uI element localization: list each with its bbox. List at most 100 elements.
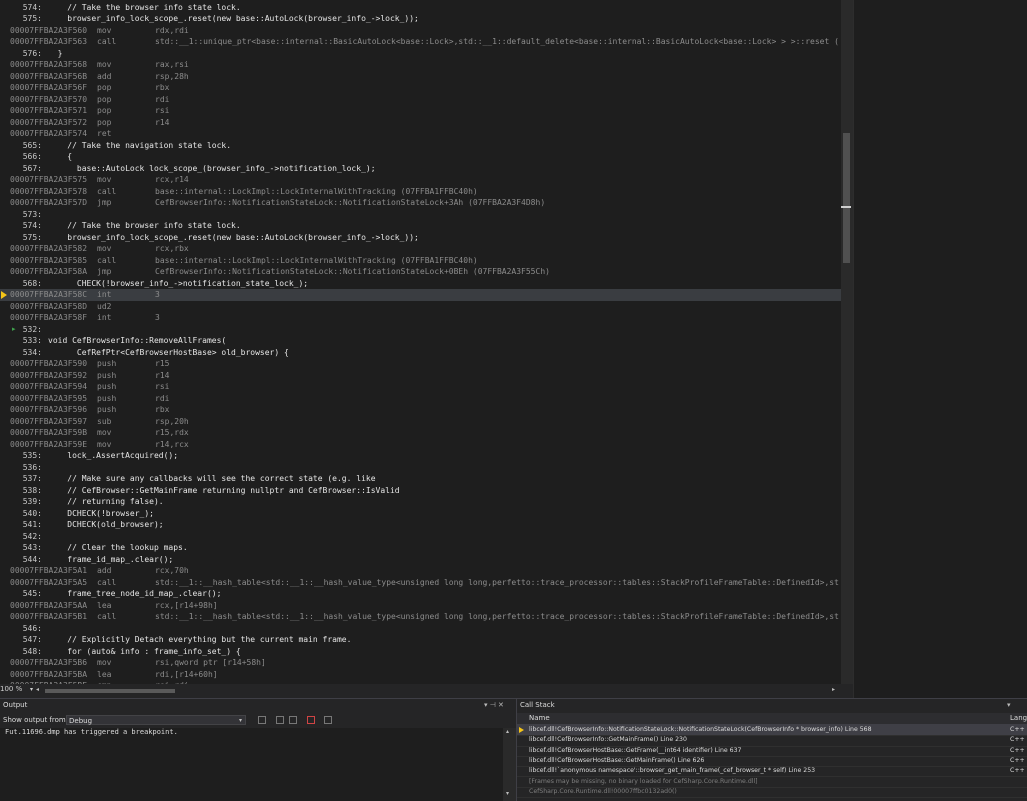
output-source-select[interactable]: Debug ▾ bbox=[66, 715, 246, 725]
source-line[interactable]: 537: // Make sure any callbacks will see… bbox=[0, 473, 841, 485]
previous-message-icon[interactable] bbox=[276, 716, 284, 724]
asm-line[interactable]: 00007FFBA2A3F585 call base::internal::Lock… bbox=[0, 255, 841, 267]
source-line[interactable]: 544: frame_id_map_.clear(); bbox=[0, 554, 841, 566]
instruction-address: 00007FFBA2A3F594 bbox=[10, 382, 88, 391]
column-name-header[interactable]: Name bbox=[529, 714, 550, 722]
instruction-operands: rcx,70h bbox=[155, 566, 189, 575]
asm-line[interactable]: 00007FFBA2A3F560 mov rdx,rdi bbox=[0, 25, 841, 37]
asm-line[interactable]: 00007FFBA2A3F574 ret bbox=[0, 128, 841, 140]
instruction-address: 00007FFBA2A3F56F bbox=[10, 83, 88, 92]
zoom-level[interactable]: 100 % bbox=[0, 685, 22, 693]
output-vertical-scrollbar[interactable]: ▴ ▾ bbox=[503, 728, 516, 801]
asm-line[interactable]: 00007FFBA2A3F5AA lea rcx,[r14+98h] bbox=[0, 600, 841, 612]
instruction-mnemonic: pop bbox=[97, 83, 112, 92]
column-lang-header[interactable]: Lang bbox=[1010, 714, 1027, 722]
source-line[interactable]: 547: // Explicitly Detach everything but… bbox=[0, 634, 841, 646]
source-line[interactable]: 532: bbox=[0, 324, 841, 336]
source-line[interactable]: 565: // Take the navigation state lock. bbox=[0, 140, 841, 152]
scroll-up-icon[interactable]: ▴ bbox=[506, 728, 509, 735]
source-line[interactable]: 546: bbox=[0, 623, 841, 635]
asm-line[interactable]: 00007FFBA2A3F5A5 call std::__1::__hash_tab… bbox=[0, 577, 841, 589]
source-line[interactable]: 534: CefRefPtr<CefBrowserHostBase> old_b… bbox=[0, 347, 841, 359]
source-line[interactable]: 575: browser_info_lock_scope_.reset(new … bbox=[0, 13, 841, 25]
source-line[interactable]: 568: CHECK(!browser_info_->notification_… bbox=[0, 278, 841, 290]
source-line[interactable]: 567: base::AutoLock lock_scope_(browser_… bbox=[0, 163, 841, 175]
asm-line[interactable]: 00007FFBA2A3F56F pop rbx bbox=[0, 82, 841, 94]
source-line[interactable]: 539: // returning false). bbox=[0, 496, 841, 508]
source-line[interactable]: 540: DCHECK(!browser_); bbox=[0, 508, 841, 520]
line-number: 543: bbox=[22, 543, 42, 552]
instruction-address: 00007FFBA2A3F572 bbox=[10, 117, 88, 127]
find-message-icon[interactable] bbox=[258, 716, 266, 724]
output-text-area[interactable]: Fut.11696.dmp has triggered a breakpoint… bbox=[0, 728, 503, 801]
source-line[interactable]: 548: for (auto& info : frame_info_set_) … bbox=[0, 646, 841, 658]
source-line[interactable]: 542: bbox=[0, 531, 841, 543]
call-stack-pin-icon[interactable]: ▾ bbox=[1007, 701, 1011, 709]
asm-line[interactable]: 00007FFBA2A3F58A jmp CefBrowserInfo::Notif… bbox=[0, 266, 841, 278]
source-line[interactable]: 543: // Clear the lookup maps. bbox=[0, 542, 841, 554]
word-wrap-icon[interactable] bbox=[324, 716, 332, 724]
asm-line[interactable]: 00007FFBA2A3F571 pop rsi bbox=[0, 105, 841, 117]
source-line[interactable]: 573: bbox=[0, 209, 841, 221]
line-number: 544: bbox=[22, 554, 42, 564]
editor-vertical-scrollbar[interactable] bbox=[841, 0, 853, 684]
instruction-mnemonic: push bbox=[97, 382, 117, 391]
next-message-icon[interactable] bbox=[289, 716, 297, 724]
source-line[interactable]: 576: } bbox=[0, 48, 841, 60]
asm-line[interactable]: 00007FFBA2A3F594 push rsi bbox=[0, 381, 841, 393]
source-line[interactable]: 536: bbox=[0, 462, 841, 474]
scroll-down-icon[interactable]: ▾ bbox=[506, 790, 509, 797]
asm-line[interactable]: 00007FFBA2A3F5B6 mov rsi,qword ptr [r14+58… bbox=[0, 657, 841, 669]
asm-line[interactable]: 00007FFBA2A3F596 push rbx bbox=[0, 404, 841, 416]
line-number: 541: bbox=[22, 520, 42, 529]
asm-line[interactable]: 00007FFBA2A3F590 push r15 bbox=[0, 358, 841, 370]
asm-line[interactable]: 00007FFBA2A3F58C int 3 bbox=[0, 289, 841, 301]
source-line[interactable]: 575: browser_info_lock_scope_.reset(new … bbox=[0, 232, 841, 244]
instruction-operands: rdi,[r14+60h] bbox=[155, 669, 218, 679]
asm-line[interactable]: 00007FFBA2A3F595 push rdi bbox=[0, 393, 841, 405]
source-line[interactable]: 545: frame_tree_node_id_map_.clear(); bbox=[0, 588, 841, 600]
source-text: // Clear the lookup maps. bbox=[48, 543, 188, 552]
asm-line[interactable]: 00007FFBA2A3F5A1 add rcx,70h bbox=[0, 565, 841, 577]
asm-line[interactable]: 00007FFBA2A3F575 mov rcx,r14 bbox=[0, 174, 841, 186]
editor-horizontal-scroll-thumb[interactable] bbox=[45, 689, 175, 693]
asm-line[interactable]: 00007FFBA2A3F59B mov r15,rdx bbox=[0, 427, 841, 439]
asm-line[interactable]: 00007FFBA2A3F563 call std::__1::unique_ptr… bbox=[0, 36, 841, 48]
run-to-cursor-icon[interactable]: ▸ bbox=[12, 325, 16, 333]
scroll-right-icon[interactable]: ▸ bbox=[832, 686, 835, 693]
asm-line[interactable]: 00007FFBA2A3F597 sub rsp,20h bbox=[0, 416, 841, 428]
instruction-address: 00007FFBA2A3F5B6 bbox=[10, 658, 88, 667]
source-line[interactable]: 574: // Take the browser info state lock… bbox=[0, 2, 841, 14]
source-line[interactable]: 533: void CefBrowserInfo::RemoveAllFrames… bbox=[0, 335, 841, 347]
instruction-address: 00007FFBA2A3F59E bbox=[10, 439, 88, 449]
zoom-dropdown-icon[interactable]: ▾ bbox=[30, 686, 33, 693]
disassembly-editor[interactable]: 574: // Take the browser info state lock… bbox=[0, 0, 841, 684]
frame-language: C++ bbox=[1010, 736, 1025, 744]
instruction-mnemonic: sub bbox=[97, 416, 112, 426]
source-line[interactable]: 535: lock_.AssertAcquired(); bbox=[0, 450, 841, 462]
asm-line[interactable]: 00007FFBA2A3F5BA lea rdi,[r14+60h] bbox=[0, 669, 841, 681]
asm-line[interactable]: 00007FFBA2A3F59E mov r14,rcx bbox=[0, 439, 841, 451]
asm-line[interactable]: 00007FFBA2A3F57D jmp CefBrowserInfo::Notif… bbox=[0, 197, 841, 209]
asm-line[interactable]: 00007FFBA2A3F568 mov rax,rsi bbox=[0, 59, 841, 71]
asm-line[interactable]: 00007FFBA2A3F582 mov rcx,rbx bbox=[0, 243, 841, 255]
asm-line[interactable]: 00007FFBA2A3F572 pop r14 bbox=[0, 117, 841, 129]
source-line[interactable]: 538: // CefBrowser::GetMainFrame returni… bbox=[0, 485, 841, 497]
asm-line[interactable]: 00007FFBA2A3F58D ud2 bbox=[0, 301, 841, 313]
call-stack-row[interactable]: CefSharp.Core.Runtime.dll!00007ffbc0132a… bbox=[517, 787, 1027, 799]
instruction-mnemonic: lea bbox=[97, 600, 112, 610]
asm-line[interactable]: 00007FFBA2A3F56B add rsp,28h bbox=[0, 71, 841, 83]
asm-line[interactable]: 00007FFBA2A3F58F int 3 bbox=[0, 312, 841, 324]
source-line[interactable]: 566: { bbox=[0, 151, 841, 163]
source-line[interactable]: 574: // Take the browser info state lock… bbox=[0, 220, 841, 232]
scroll-left-icon[interactable]: ◂ bbox=[36, 686, 39, 693]
asm-line[interactable]: 00007FFBA2A3F578 call base::internal::Lock… bbox=[0, 186, 841, 198]
asm-line[interactable]: 00007FFBA2A3F570 pop rdi bbox=[0, 94, 841, 106]
asm-line[interactable]: 00007FFBA2A3F5B1 call std::__1::__hash_tab… bbox=[0, 611, 841, 623]
source-line[interactable]: 541: DCHECK(old_browser); bbox=[0, 519, 841, 531]
clear-all-icon[interactable] bbox=[307, 716, 315, 724]
asm-line[interactable]: 00007FFBA2A3F592 push r14 bbox=[0, 370, 841, 382]
output-panel-controls[interactable]: ▾ ⊣ ✕ bbox=[484, 701, 504, 709]
editor-scroll-thumb[interactable] bbox=[843, 133, 850, 263]
source-text: browser_info_lock_scope_.reset(new base:… bbox=[48, 232, 419, 242]
